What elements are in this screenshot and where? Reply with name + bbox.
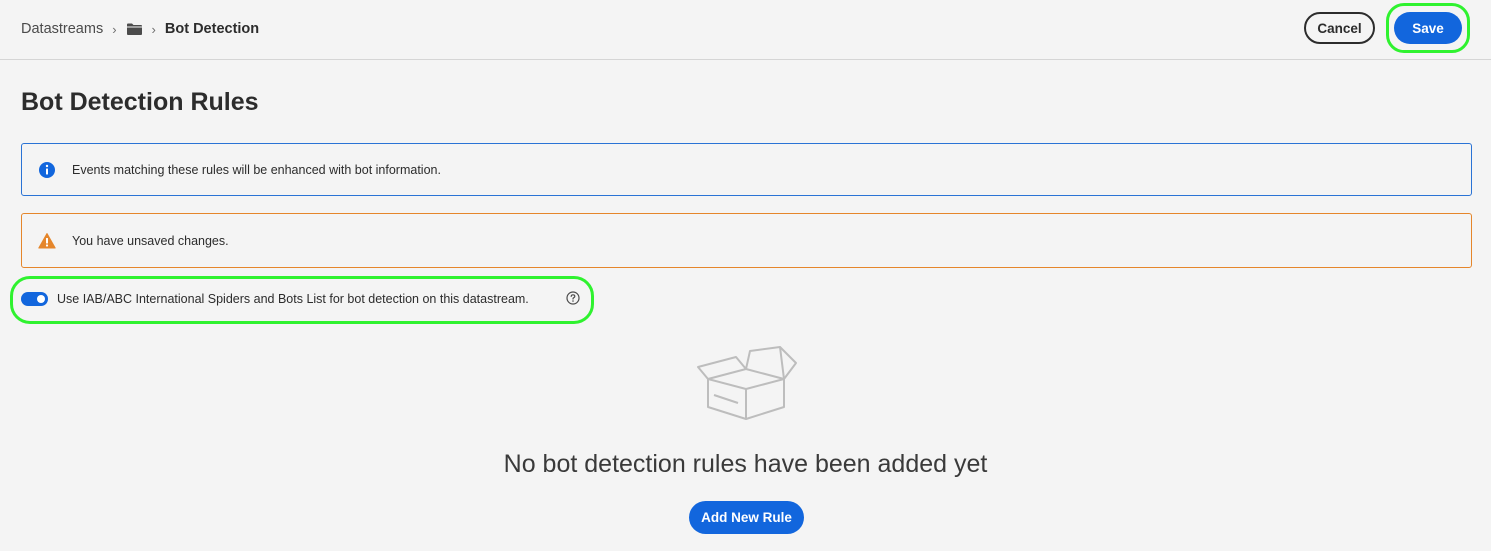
warning-alert: You have unsaved changes. xyxy=(21,213,1472,268)
breadcrumb-datastreams-link[interactable]: Datastreams xyxy=(21,21,103,37)
top-bar: Datastreams › › Bot Detection Cancel Sav… xyxy=(0,0,1491,60)
info-alert: Events matching these rules will be enha… xyxy=(21,143,1472,196)
breadcrumb-separator-icon: › xyxy=(112,21,117,37)
empty-box-illustration xyxy=(694,345,800,421)
add-new-rule-button[interactable]: Add New Rule xyxy=(689,501,804,534)
page-title: Bot Detection Rules xyxy=(21,88,259,116)
info-alert-text: Events matching these rules will be enha… xyxy=(72,162,441,177)
help-icon[interactable] xyxy=(566,291,580,305)
breadcrumb-separator-icon: › xyxy=(151,21,156,37)
cancel-button[interactable]: Cancel xyxy=(1304,12,1375,44)
iab-bot-list-toggle[interactable] xyxy=(21,292,48,306)
save-button[interactable]: Save xyxy=(1394,12,1462,44)
breadcrumb-current: Bot Detection xyxy=(164,21,260,37)
warning-alert-text: You have unsaved changes. xyxy=(72,233,229,248)
empty-state-message: No bot detection rules have been added y… xyxy=(503,450,988,478)
iab-bot-list-setting: Use IAB/ABC International Spiders and Bo… xyxy=(21,288,580,310)
folder-icon[interactable] xyxy=(126,22,143,36)
warning-icon xyxy=(38,232,56,250)
info-icon xyxy=(38,161,56,179)
breadcrumb: Datastreams › › Bot Detection xyxy=(21,18,259,40)
toggle-knob xyxy=(37,295,45,303)
iab-bot-list-label: Use IAB/ABC International Spiders and Bo… xyxy=(57,292,529,306)
